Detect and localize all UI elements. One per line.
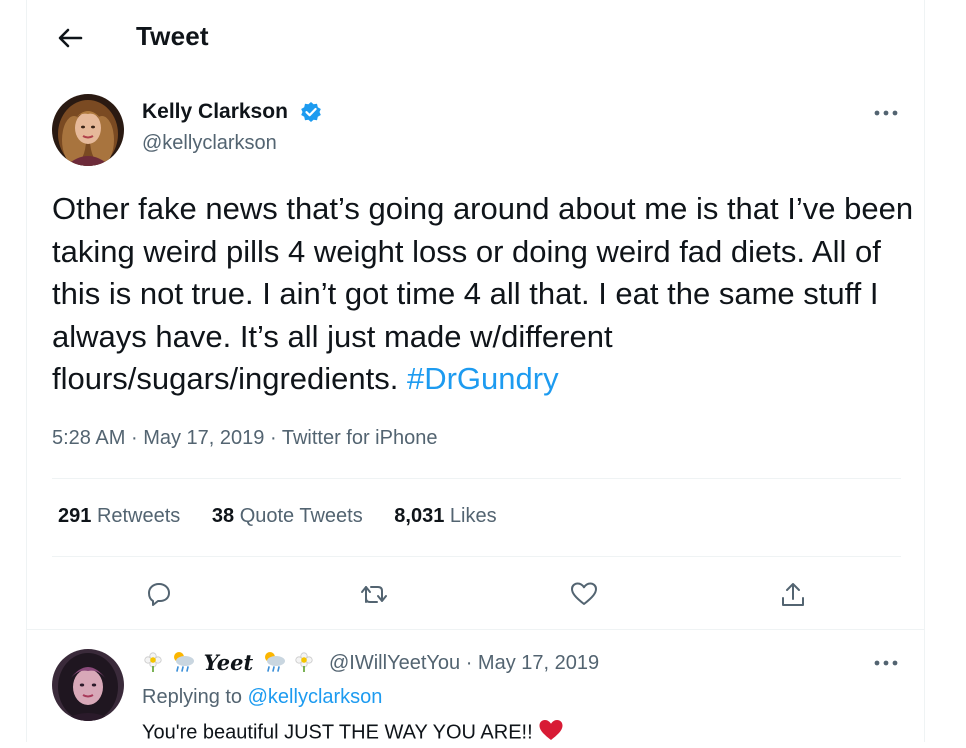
tweet-time[interactable]: 5:28 AM	[52, 427, 125, 449]
reply-button[interactable]	[138, 574, 178, 614]
tweet-date[interactable]: May 17, 2019	[143, 427, 264, 449]
main-column: Tweet Kelly Clarkson @kellyclarkson Othe…	[26, 0, 925, 743]
replying-to-handle[interactable]: @kellyclarkson	[248, 686, 383, 708]
reply-avatar[interactable]	[52, 649, 124, 721]
tweet-stats: 291 Retweets 38 Quote Tweets 8,031 Likes	[58, 505, 523, 528]
likes-count: 8,031	[394, 505, 445, 527]
more-horizontal-icon	[874, 110, 898, 116]
page-header: Tweet	[27, 0, 924, 76]
quotes-label: Quote Tweets	[239, 505, 363, 527]
retweet-icon	[361, 586, 387, 603]
reply-handle[interactable]: @IWillYeetYou	[329, 652, 460, 674]
share-button[interactable]	[772, 574, 812, 614]
tweet-meta: 5:28 AM · May 17, 2019 · Twitter for iPh…	[52, 427, 437, 450]
divider	[52, 556, 901, 557]
author-name[interactable]: Kelly Clarkson	[142, 100, 288, 124]
sun-behind-rain-emoji	[170, 650, 196, 679]
verified-badge-icon	[300, 101, 322, 123]
meta-separator: ·	[269, 427, 277, 449]
reply-icon	[148, 583, 170, 606]
daisy-emoji	[143, 651, 163, 678]
reply-meta: @IWillYeetYou · May 17, 2019	[329, 652, 599, 675]
meta-separator: ·	[465, 652, 473, 674]
reply-name-text: Yeet	[203, 650, 254, 675]
retweets-label: Retweets	[96, 505, 181, 527]
divider	[52, 478, 901, 479]
meta-separator: ·	[130, 427, 138, 449]
retweets-stat[interactable]: 291 Retweets	[58, 505, 180, 528]
tweet-source[interactable]: Twitter for iPhone	[282, 427, 438, 449]
author-avatar[interactable]	[52, 94, 124, 166]
reply-display-name[interactable]: Yeet	[143, 650, 314, 679]
like-button[interactable]	[562, 574, 602, 614]
page-title: Tweet	[136, 21, 209, 51]
quote-tweets-stat[interactable]: 38 Quote Tweets	[212, 505, 363, 528]
sun-behind-rain-emoji	[261, 650, 287, 679]
arrow-left-icon	[58, 28, 83, 48]
reply-more-options-button[interactable]	[871, 651, 901, 675]
heart-icon	[571, 582, 597, 605]
replying-to: Replying to @kellyclarkson	[142, 686, 382, 709]
back-button[interactable]	[51, 20, 87, 56]
likes-label: Likes	[449, 505, 497, 527]
likes-stat[interactable]: 8,031 Likes	[394, 505, 496, 528]
reply-body: You're beautiful JUST THE WAY YOU ARE!!	[142, 721, 533, 744]
quotes-count: 38	[211, 505, 235, 527]
retweets-count: 291	[58, 505, 92, 527]
red-heart-emoji	[538, 718, 564, 748]
hashtag-link[interactable]: #DrGundry	[407, 361, 559, 396]
daisy-emoji	[294, 651, 314, 678]
divider	[27, 629, 924, 630]
replying-prefix: Replying to	[142, 686, 243, 708]
author-handle[interactable]: @kellyclarkson	[142, 132, 277, 155]
reply-date[interactable]: May 17, 2019	[478, 652, 599, 674]
retweet-button[interactable]	[352, 574, 392, 614]
more-options-button[interactable]	[871, 101, 901, 125]
more-horizontal-icon	[874, 660, 898, 666]
reply-text: You're beautiful JUST THE WAY YOU ARE!!	[142, 718, 564, 748]
tweet-text: Other fake news that’s going around abou…	[52, 188, 916, 401]
share-icon	[782, 583, 804, 606]
